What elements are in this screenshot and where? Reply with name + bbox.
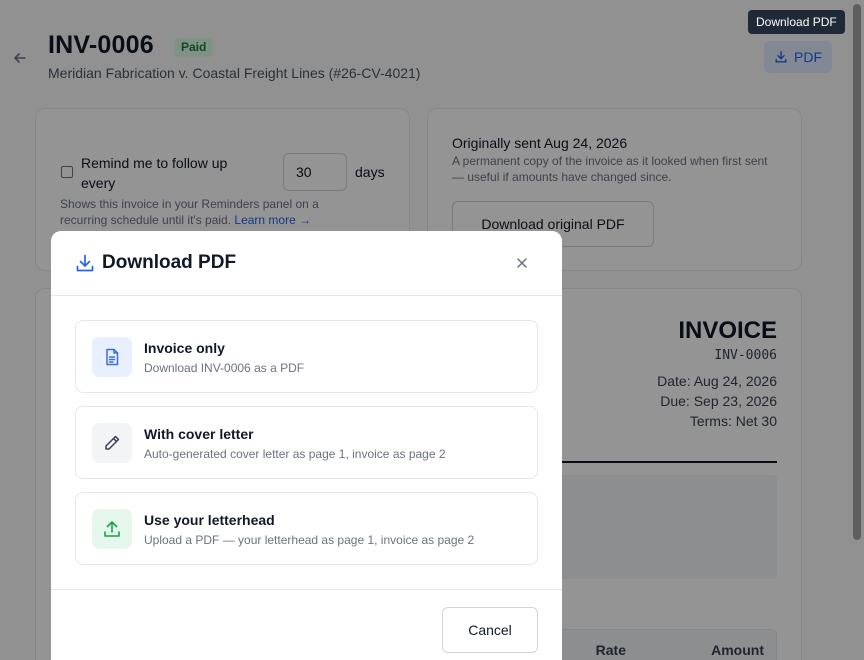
pencil-icon [92,423,132,463]
cancel-button[interactable]: Cancel [442,607,538,653]
dialog-footer: Cancel [51,589,562,660]
document-icon [92,337,132,377]
close-icon[interactable] [514,255,530,271]
option-description: Auto-generated cover letter as page 1, i… [144,447,446,461]
dialog-header: Download PDF [51,231,562,296]
option-cover-letter[interactable]: With cover letter Auto-generated cover l… [75,406,538,479]
download-pdf-dialog: Download PDF Invoice only Download INV-0… [51,231,562,660]
option-description: Download INV-0006 as a PDF [144,361,305,375]
upload-icon [92,509,132,549]
dialog-title: Download PDF [102,252,237,273]
option-letterhead[interactable]: Use your letterhead Upload a PDF — your … [75,492,538,565]
option-title: Use your letterhead [144,512,275,528]
tooltip: Download PDF [748,10,845,34]
option-title: With cover letter [144,426,254,442]
option-title: Invoice only [144,340,225,356]
download-icon [76,254,94,272]
option-description: Upload a PDF — your letterhead as page 1… [144,533,475,547]
scrollbar[interactable] [853,4,861,540]
option-invoice-only[interactable]: Invoice only Download INV-0006 as a PDF [75,320,538,393]
